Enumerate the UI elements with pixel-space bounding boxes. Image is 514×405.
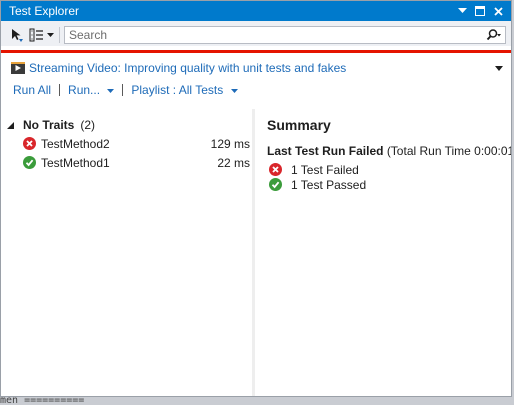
search-input[interactable] [65,27,484,43]
group-by-icon [29,28,43,42]
chevron-down-icon [495,65,503,71]
window-title: Test Explorer [9,4,80,18]
chevron-down-icon [457,8,467,13]
test-row[interactable]: TestMethod1 22 ms [1,153,252,172]
collapse-icon[interactable] [7,121,17,129]
last-run-detail: (Total Run Time 0:00:01 [386,144,511,158]
test-group-row[interactable]: No Traits (2) [1,116,252,134]
passed-icon [269,178,282,191]
group-by-button[interactable] [27,26,56,44]
last-run-label: Last Test Run Failed [267,144,384,158]
maximize-button[interactable] [472,3,488,19]
run-after-build-icon [12,29,23,42]
test-explorer-window: Test Explorer Search Streaming Video: Im… [0,0,512,397]
maximize-icon [475,6,485,16]
failed-icon [23,137,36,150]
chevron-down-icon [230,88,238,93]
test-duration: 129 ms [210,136,250,151]
banner-expand-button[interactable] [495,65,503,71]
video-icon [11,62,25,74]
failed-icon [269,163,282,176]
info-banner: Streaming Video: Improving quality with … [1,57,511,79]
group-name: No Traits [23,118,75,132]
run-label: Run... [68,83,101,97]
background-editor-text: men ========== [0,396,85,405]
test-duration: 22 ms [217,155,250,170]
content-panes: No Traits (2) TestMethod2 129 ms TestMet… [1,109,511,396]
window-menu-button[interactable] [454,3,470,19]
search-button[interactable] [484,29,505,41]
chevron-down-icon [107,88,115,93]
playlist-dropdown[interactable]: Playlist : All Tests [131,83,238,97]
summary-passed-row[interactable]: 1 Test Passed [267,177,511,192]
search-icon [486,29,501,41]
test-name: TestMethod1 [41,155,110,170]
action-separator [59,84,61,96]
run-all-link[interactable]: Run All [13,83,51,97]
summary-passed-text: 1 Test Passed [291,177,367,192]
toolbar-separator [59,27,60,43]
status-bar-failed [1,50,511,53]
action-separator [122,84,124,96]
run-tests-after-build-button[interactable] [7,26,27,44]
search-box[interactable] [64,26,506,44]
streaming-video-link[interactable]: Streaming Video: Improving quality with … [29,61,495,75]
summary-title: Summary [267,117,331,133]
last-run-status: Last Test Run Failed (Total Run Time 0:0… [267,144,511,162]
playlist-label: Playlist : All Tests [131,83,224,97]
test-row[interactable]: TestMethod2 129 ms [1,134,252,153]
title-bar[interactable]: Test Explorer [1,1,511,21]
test-list-pane: No Traits (2) TestMethod2 129 ms TestMet… [1,109,255,396]
summary-failed-row[interactable]: 1 Test Failed [267,162,511,177]
summary-pane: Summary Last Test Run Failed (Total Run … [255,109,511,396]
summary-failed-text: 1 Test Failed [291,162,359,177]
passed-icon [23,156,36,169]
group-count: (2) [80,118,96,132]
close-icon [493,6,503,16]
chevron-down-icon [47,33,54,37]
toolbar [1,21,511,46]
close-button[interactable] [490,3,506,19]
test-name: TestMethod2 [41,136,110,151]
run-dropdown[interactable]: Run... [68,83,115,97]
action-bar: Run All Run... Playlist : All Tests [1,79,511,101]
